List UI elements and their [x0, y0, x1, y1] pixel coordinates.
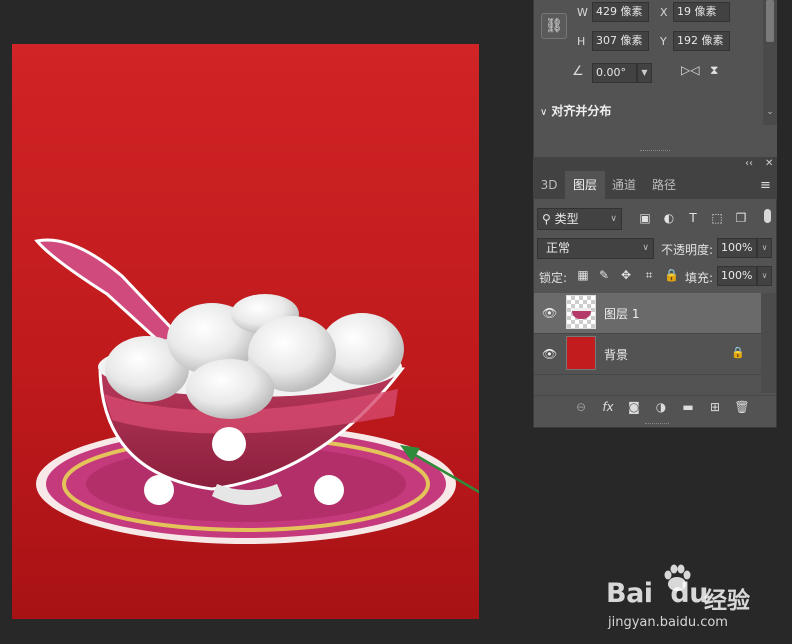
shape-filter-icon[interactable]: ⬚	[710, 211, 724, 225]
layer-name[interactable]: 背景	[604, 346, 628, 363]
layer-filter-select[interactable]: ⚲ 类型 ∨	[537, 208, 622, 230]
layer-thumbnail	[566, 336, 596, 370]
tab-3d[interactable]: 3D	[535, 171, 563, 199]
saucer-emblem-right	[314, 475, 344, 505]
angle-field[interactable]: 0.00°	[592, 63, 637, 83]
lock-transparent-pixels-icon[interactable]: ▦	[576, 268, 590, 282]
lock-all-icon[interactable]: 🔒	[664, 268, 679, 282]
eye-icon[interactable]: 👁	[542, 306, 557, 320]
link-dimensions-button[interactable]: ⛓	[541, 13, 567, 39]
panel-title-bar[interactable]	[533, 157, 777, 171]
width-label: W	[577, 6, 588, 19]
flip-vertical-icon[interactable]: ⧗	[710, 63, 718, 78]
chevron-down-icon: ∨	[540, 107, 548, 118]
height-field[interactable]: 307 像素	[592, 31, 649, 51]
align-distribute-section[interactable]: ∨ 对齐并分布	[540, 102, 611, 119]
chevron-down-icon: ∨	[761, 271, 768, 280]
y-field[interactable]: 192 像素	[673, 31, 730, 51]
tangyuan-bowl-image	[34, 238, 479, 544]
panel-resize-grip[interactable]	[645, 423, 669, 426]
pixel-filter-icon[interactable]: ▣	[638, 211, 652, 225]
fill-label: 填充:	[685, 271, 714, 285]
chain-link-icon: ⛓	[545, 18, 563, 34]
adjustment-layer-icon[interactable]: ◑	[653, 400, 669, 414]
document-canvas[interactable]	[12, 44, 479, 619]
properties-scrollbar[interactable]: ⌄	[763, 0, 777, 125]
link-layers-icon[interactable]: ⊖	[573, 400, 589, 414]
opacity-field[interactable]: 100%	[717, 238, 757, 258]
width-field[interactable]: 429 像素	[592, 2, 649, 22]
new-group-icon[interactable]: ▬	[680, 400, 696, 414]
y-label: Y	[660, 35, 667, 48]
lock-icon[interactable]: 🔒	[731, 346, 745, 359]
layer-row-background[interactable]: 👁 背景 🔒	[534, 334, 761, 375]
tab-paths[interactable]: 路径	[646, 171, 682, 199]
filter-type-value: 类型	[554, 212, 579, 226]
scrollbar-thumb[interactable]	[766, 0, 774, 42]
layer-row-layer1[interactable]: 👁 图层 1	[534, 293, 761, 334]
tab-channels[interactable]: 通道	[606, 171, 642, 199]
properties-panel	[533, 0, 777, 158]
scroll-down-icon[interactable]: ⌄	[765, 107, 775, 117]
blend-mode-select[interactable]: 正常 ∨	[537, 238, 654, 259]
baidu-jingyan-watermark: Bai du 经验 jingyan.baidu.com	[606, 560, 776, 632]
fx-icon[interactable]: fx	[600, 400, 616, 414]
adjustment-filter-icon[interactable]: ◐	[662, 211, 676, 225]
chevron-down-icon: ∨	[761, 243, 768, 252]
fill-dropdown-button[interactable]: ∨	[757, 266, 772, 286]
x-field[interactable]: 19 像素	[673, 2, 730, 22]
height-label: H	[577, 35, 586, 48]
type-filter-icon[interactable]: T	[686, 211, 700, 225]
layers-scrollbar[interactable]	[761, 293, 776, 393]
tangyuan-ball	[186, 359, 274, 419]
watermark-url: jingyan.baidu.com	[608, 615, 728, 630]
panel-menu-icon[interactable]: ≡	[760, 178, 771, 193]
lock-position-icon[interactable]: ✥	[619, 268, 633, 282]
paw-icon	[664, 564, 691, 591]
x-label: X	[660, 6, 668, 19]
lock-artboard-icon[interactable]: ⌗	[642, 268, 656, 283]
chevron-down-icon: ∨	[642, 243, 649, 253]
eye-icon[interactable]: 👁	[542, 347, 557, 361]
angle-dropdown-button[interactable]: ▼	[637, 63, 652, 83]
lock-label: 锁定:	[539, 271, 568, 285]
watermark-cn-text: 经验	[704, 588, 750, 614]
panel-resize-grip[interactable]	[640, 150, 670, 154]
new-layer-icon[interactable]: ⊞	[707, 400, 723, 414]
chevron-down-icon: ∨	[610, 214, 617, 224]
layer-name[interactable]: 图层 1	[604, 305, 639, 322]
opacity-dropdown-button[interactable]: ∨	[757, 238, 772, 258]
delete-layer-icon[interactable]: 🗑	[734, 400, 750, 414]
chevron-down-icon: ▼	[641, 68, 648, 77]
filter-toggle-switch[interactable]	[764, 209, 771, 223]
flip-horizontal-icon[interactable]: ▷◁	[681, 63, 699, 77]
opacity-label: 不透明度:	[661, 243, 714, 257]
blend-mode-value: 正常	[546, 241, 571, 255]
fill-field[interactable]: 100%	[717, 266, 757, 286]
smart-object-filter-icon[interactable]: ❐	[734, 211, 748, 225]
lock-image-pixels-icon[interactable]: ✎	[597, 268, 611, 282]
angle-icon: ∠	[572, 64, 584, 79]
tab-layers[interactable]: 图层	[565, 171, 605, 199]
add-mask-icon[interactable]: ◙	[626, 400, 642, 414]
search-icon: ⚲	[542, 212, 551, 226]
layer-thumbnail	[566, 295, 596, 329]
bowl-emblem	[212, 427, 246, 461]
close-panel-icon[interactable]: ✕	[765, 158, 773, 169]
spoon	[34, 238, 180, 346]
watermark-brand: Bai du	[606, 578, 708, 609]
collapse-panel-icon[interactable]: ‹‹	[745, 158, 753, 169]
align-distribute-title: 对齐并分布	[551, 104, 612, 118]
